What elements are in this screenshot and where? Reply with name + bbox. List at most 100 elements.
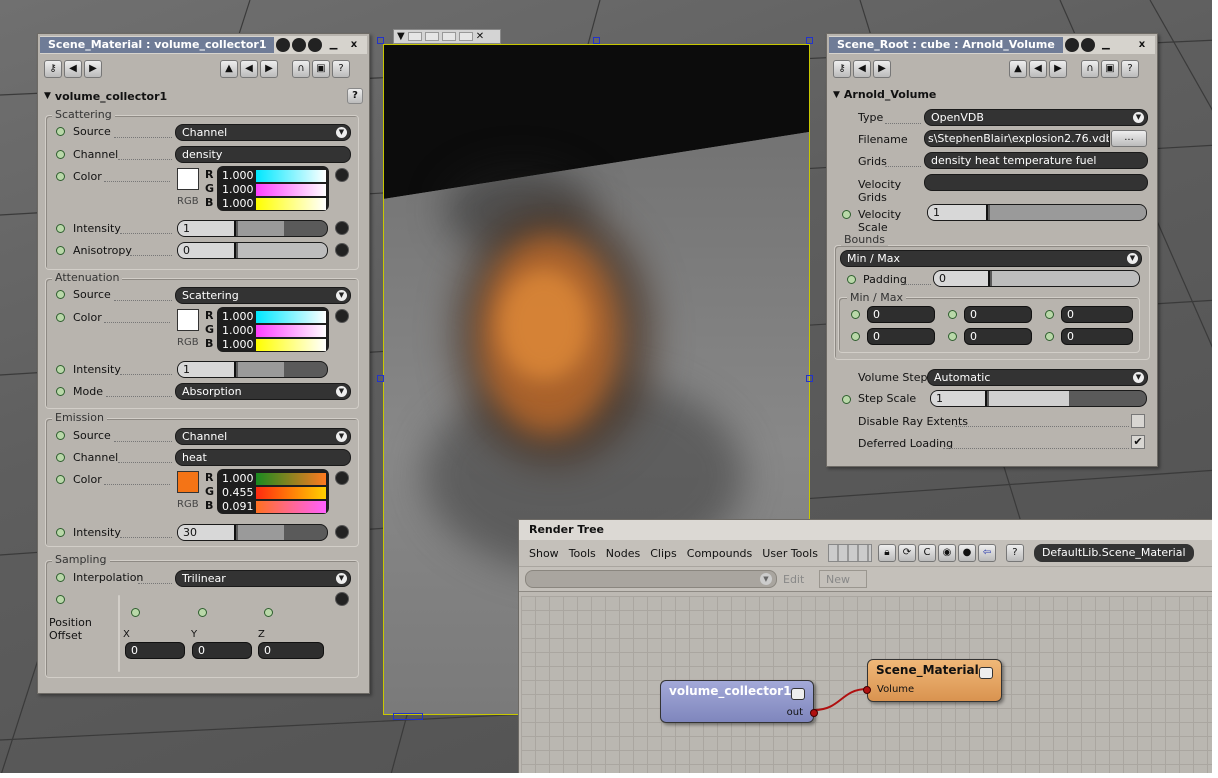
intensity-slider[interactable]: 1 (177, 361, 328, 378)
animation-led[interactable] (56, 365, 65, 374)
library-path[interactable]: DefaultLib.Scene_Material (1033, 544, 1194, 562)
animation-led[interactable] (56, 387, 65, 396)
offset-z-field[interactable]: 0 (258, 642, 324, 659)
connection-plug-icon[interactable] (335, 309, 349, 323)
mode-select[interactable]: Absorption ▼ (175, 383, 351, 400)
channel-field[interactable]: density (175, 146, 351, 163)
animation-led[interactable] (851, 310, 860, 319)
region-handle[interactable] (806, 37, 813, 44)
node-collapse-icon[interactable] (791, 688, 805, 700)
render-tree-canvas[interactable]: volume_collector1 out Scene_Material Vol… (521, 596, 1217, 778)
interpolation-select[interactable]: Trilinear ▼ (175, 570, 351, 587)
volume-collector-node[interactable]: volume_collector1 out (660, 680, 818, 723)
animation-led[interactable] (56, 453, 65, 462)
r-bar[interactable] (256, 310, 326, 323)
g-bar[interactable] (256, 486, 326, 499)
r-bar[interactable] (256, 169, 326, 182)
animation-led[interactable] (56, 172, 65, 181)
back-icon[interactable]: ◀ (853, 60, 871, 78)
panel-titlebar[interactable]: Scene_Root : cube : Arnold_Volume ▁ x (829, 36, 1155, 54)
rgb-sliders[interactable]: 1.000 1.000 1.000 (217, 166, 329, 211)
filename-field[interactable]: s\StephenBlair\explosion2.76.vdb (924, 130, 1110, 147)
toolbar-slot-icon[interactable] (424, 32, 439, 41)
animation-led[interactable] (56, 313, 65, 322)
menu-clips[interactable]: Clips (650, 547, 677, 560)
bounds-select[interactable]: Min / Max ▼ (840, 250, 1142, 267)
global-icon[interactable]: ◉ (937, 544, 956, 562)
animation-led[interactable] (842, 395, 851, 404)
color-swatch[interactable] (177, 309, 199, 331)
intensity-slider[interactable]: 30 (177, 524, 328, 541)
node-collapse-icon[interactable] (979, 667, 993, 679)
animation-led[interactable] (56, 246, 65, 255)
forward-icon[interactable]: ▶ (873, 60, 891, 78)
toolbar-slot-icon[interactable] (458, 32, 473, 41)
padding-value[interactable]: 0 (934, 271, 990, 286)
load-preset-icon[interactable]: ▲ (1009, 60, 1027, 78)
volume-step-select[interactable]: Automatic ▼ (927, 369, 1148, 386)
animation-led[interactable] (56, 127, 65, 136)
edit-button[interactable]: Edit (783, 573, 804, 586)
toolbar-slot-icon[interactable] (407, 32, 422, 41)
region-handle[interactable] (377, 375, 384, 382)
offset-y-field[interactable]: 0 (192, 642, 252, 659)
intensity-value[interactable]: 30 (178, 525, 236, 540)
menu-compounds[interactable]: Compounds (687, 547, 753, 560)
anisotropy-slider[interactable]: 0 (177, 242, 328, 259)
region-handle[interactable] (593, 37, 600, 44)
render-region-toolbar[interactable]: ▼ ✕ (393, 29, 501, 44)
animation-led[interactable] (131, 608, 140, 617)
max-x-field[interactable]: 0 (867, 328, 935, 345)
menu-arrow-icon[interactable]: ▼ (397, 31, 405, 42)
output-port[interactable] (810, 709, 818, 717)
connection-plug-icon[interactable] (335, 168, 349, 182)
step-scale-value[interactable]: 1 (931, 391, 987, 406)
animation-led[interactable] (847, 275, 856, 284)
globe-icon[interactable] (1064, 38, 1079, 52)
g-value[interactable]: 0.455 (220, 486, 256, 499)
color-swatch[interactable] (177, 471, 199, 493)
animation-led[interactable] (56, 431, 65, 440)
animation-led[interactable] (56, 573, 65, 582)
animation-led[interactable] (56, 595, 65, 604)
close-button[interactable]: x (1135, 38, 1149, 52)
load-preset-icon[interactable]: ▲ (220, 60, 238, 78)
connection-plug-icon[interactable] (335, 221, 349, 235)
velocity-scale-value[interactable]: 1 (928, 205, 988, 220)
intensity-value[interactable]: 1 (178, 221, 236, 236)
menu-tools[interactable]: Tools (569, 547, 596, 560)
b-bar[interactable] (256, 500, 326, 513)
g-bar[interactable] (256, 183, 326, 196)
min-y-field[interactable]: 0 (964, 306, 1032, 323)
node-header[interactable]: ▼ volume_collector1 ? (38, 84, 369, 108)
r-bar[interactable] (256, 472, 326, 485)
channel-field[interactable]: heat (175, 449, 351, 466)
previous-icon[interactable]: ◀ (240, 60, 258, 78)
layout-buttons-icon[interactable] (827, 544, 872, 562)
b-value[interactable]: 1.000 (220, 338, 256, 351)
next-icon[interactable]: ▶ (1049, 60, 1067, 78)
clear-icon[interactable]: C (917, 544, 936, 562)
lock-icon[interactable] (1080, 38, 1095, 52)
animation-led[interactable] (842, 210, 851, 219)
intensity-slider[interactable]: 1 (177, 220, 328, 237)
intensity-value[interactable]: 1 (178, 362, 236, 377)
region-handle[interactable] (393, 713, 423, 720)
node-header[interactable]: ▼ Arnold_Volume (827, 84, 1157, 105)
help-button[interactable]: ? (347, 88, 363, 104)
animation-led[interactable] (851, 332, 860, 341)
animation-led[interactable] (948, 332, 957, 341)
connection-plug-icon[interactable] (335, 243, 349, 257)
r-value[interactable]: 1.000 (220, 310, 256, 323)
lock-icon[interactable]: 🔒︎ (877, 544, 896, 562)
forward-icon[interactable]: ▶ (84, 60, 102, 78)
b-bar[interactable] (256, 197, 326, 210)
color-swatch[interactable] (177, 168, 199, 190)
menu-nodes[interactable]: Nodes (606, 547, 640, 560)
grids-field[interactable]: density heat temperature fuel (924, 152, 1148, 169)
lock-icon[interactable] (308, 38, 323, 52)
viewport-3d[interactable]: ▼ ✕ Scene_Material : volume_collector1 ▁… (0, 0, 1218, 778)
b-value[interactable]: 0.091 (220, 500, 256, 513)
browse-button[interactable]: ... (1111, 130, 1147, 147)
min-x-field[interactable]: 0 (867, 306, 935, 323)
